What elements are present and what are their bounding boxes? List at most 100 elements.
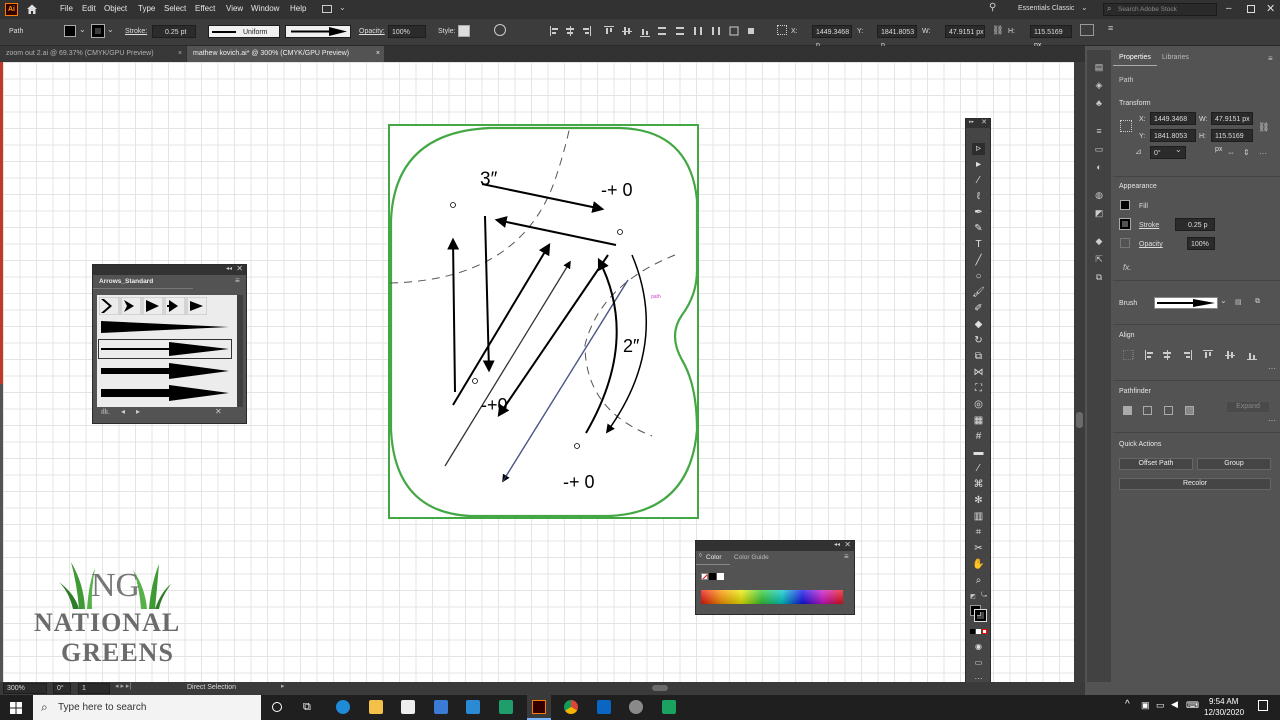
workspace-switcher[interactable]: Essentials Classic — [1018, 5, 1074, 12]
mesh-tool-icon[interactable]: # — [972, 431, 985, 443]
stroke-weight-field[interactable]: 0.25 pt — [152, 25, 196, 38]
fx-button[interactable]: fx. — [1123, 263, 1131, 272]
default-fill-stroke-icon[interactable]: ◩ — [970, 593, 976, 600]
close-icon[interactable]: ✕ — [981, 118, 987, 126]
opacity-field[interactable]: 100% — [388, 25, 426, 38]
brushes-library-icon[interactable]: ▤ — [1235, 298, 1242, 306]
tray-volume-icon[interactable]: ◀ — [1171, 699, 1178, 710]
more-options-icon[interactable]: ··· — [1259, 149, 1267, 158]
artboards-panel-icon[interactable]: ⧉ — [1093, 272, 1105, 282]
close-window-button[interactable]: ✕ — [1266, 2, 1275, 15]
collapse-icon[interactable]: ◂◂ — [834, 541, 840, 548]
x-position-field[interactable]: 1449.3468 p — [812, 25, 852, 49]
constrain-proportions-icon[interactable]: ⛓ — [992, 25, 1003, 37]
gradient-panel-icon[interactable]: ▭ — [1093, 144, 1105, 154]
intersect-icon[interactable] — [1164, 406, 1173, 415]
width-tool-icon[interactable]: ⋈ — [972, 367, 985, 379]
close-icon[interactable]: ✕ — [844, 540, 851, 549]
rotate-tool-icon[interactable]: ↻ — [972, 335, 985, 347]
opacity-label[interactable]: Opacity — [1139, 241, 1163, 248]
layers-panel-icon[interactable]: ◈ — [1093, 80, 1105, 90]
tray-display-icon[interactable]: ▭ — [1156, 700, 1165, 711]
chevron-down-icon[interactable]: ⌄ — [107, 25, 114, 34]
menu-file[interactable]: File — [60, 4, 73, 13]
line-segment-tool-icon[interactable]: ╱ — [972, 255, 985, 267]
expand-button[interactable]: Expand — [1226, 401, 1270, 413]
stroke-label[interactable]: Stroke — [1139, 222, 1159, 229]
cortana-icon[interactable] — [272, 702, 282, 712]
tab-zoom-out-2[interactable]: zoom out 2.ai @ 69.37% (CMYK/GPU Preview… — [0, 46, 186, 62]
swap-fill-stroke-icon[interactable]: ⤿ — [981, 592, 987, 600]
illustrator-taskbar-icon[interactable] — [527, 695, 551, 720]
home-icon[interactable] — [26, 3, 38, 15]
panel-menu-icon[interactable]: ≡ — [1108, 23, 1113, 33]
symbol-sprayer-tool-icon[interactable]: ✻ — [972, 495, 985, 507]
none-swatch[interactable] — [701, 573, 708, 580]
selection-tool-icon[interactable]: ▹ — [972, 143, 985, 155]
pen-tool-icon[interactable]: ✒ — [972, 207, 985, 219]
flip-horizontal-icon[interactable]: ⇔ — [1227, 148, 1235, 157]
properties-panel-icon[interactable]: ▤ — [1093, 62, 1105, 72]
minimize-window-button[interactable]: – — [1226, 3, 1232, 14]
previous-library-icon[interactable]: ◂ — [121, 407, 125, 416]
graphic-style-swatch[interactable] — [458, 25, 470, 37]
layers-stack-icon[interactable]: ◆ — [1093, 236, 1105, 246]
align-buttons[interactable] — [1122, 349, 1273, 361]
file-explorer-icon[interactable] — [369, 700, 383, 714]
magic-wand-tool-icon[interactable]: ⁄ — [972, 175, 985, 187]
type-tool-icon[interactable]: T — [972, 239, 985, 251]
align-icons[interactable] — [548, 25, 768, 37]
unlink-icon[interactable]: ✕ — [215, 407, 222, 416]
graphic-styles-panel-icon[interactable]: ◩ — [1093, 208, 1105, 218]
menu-type[interactable]: Type — [138, 4, 155, 13]
rotate-icon[interactable]: ⊿ — [1135, 147, 1142, 156]
paintbrush-tool-icon[interactable]: 🖌 — [972, 287, 985, 299]
recolor-button[interactable]: Recolor — [1119, 478, 1271, 490]
reference-point-icon[interactable] — [777, 25, 787, 35]
tray-keyboard-icon[interactable]: ⌨ — [1186, 700, 1199, 711]
libraries-panel-icon[interactable]: ♣ — [1093, 98, 1105, 108]
color-spectrum-bar[interactable] — [701, 590, 843, 604]
maximize-window-button[interactable] — [1247, 5, 1255, 13]
close-icon[interactable]: × — [178, 46, 182, 62]
export-panel-icon[interactable]: ⇱ — [1093, 254, 1105, 264]
y-position-field[interactable]: 1841.8053 p — [877, 25, 917, 49]
menu-effect[interactable]: Effect — [195, 4, 215, 13]
scrollbar-thumb[interactable] — [1076, 412, 1083, 428]
tab-libraries[interactable]: Libraries — [1162, 54, 1189, 61]
scale-tool-icon[interactable]: ⧉ — [972, 351, 985, 363]
horizontal-scroll-thumb[interactable] — [652, 685, 668, 691]
brush-options-icon[interactable]: ⧉ — [1255, 298, 1260, 306]
eraser-tool-icon[interactable]: ◆ — [972, 319, 985, 331]
menu-window[interactable]: Window — [251, 4, 279, 13]
tab-properties[interactable]: Properties — [1113, 50, 1157, 66]
white-swatch[interactable] — [717, 573, 724, 580]
collapse-icon[interactable]: ◂◂ — [226, 265, 232, 272]
fill-swatch[interactable] — [64, 25, 76, 37]
mail-icon[interactable] — [466, 700, 480, 714]
vertical-scrollbar[interactable] — [1074, 62, 1085, 682]
stroke-swatch[interactable] — [1119, 218, 1131, 230]
appearance-panel-icon[interactable]: ◍ — [1093, 190, 1105, 200]
artboard-tool-icon[interactable]: ⌗ — [972, 527, 985, 539]
clock-date[interactable]: 12/30/2020 — [1204, 708, 1244, 717]
ellipse-tool-icon[interactable]: ○ — [972, 271, 985, 283]
chevron-down-icon[interactable]: ⌄ — [339, 3, 346, 12]
stroke-weight-field[interactable]: 0.25 p — [1175, 218, 1215, 231]
chrome-icon[interactable] — [564, 700, 578, 714]
hand-tool-icon[interactable]: ✋ — [972, 559, 985, 571]
brush-selector[interactable] — [1154, 297, 1218, 309]
media-app-icon[interactable] — [597, 700, 611, 714]
clock-time[interactable]: 9:54 AM — [1209, 697, 1238, 706]
panel-menu-icon[interactable]: ≡ — [844, 552, 849, 561]
more-options-icon[interactable]: ··· — [1268, 364, 1276, 373]
menu-help[interactable]: Help — [290, 4, 306, 13]
direct-selection-tool-icon[interactable]: ▸ — [972, 159, 985, 171]
stroke-panel-icon[interactable]: ≡ — [1093, 126, 1105, 136]
chat-app-icon[interactable] — [662, 700, 676, 714]
calculator-icon[interactable] — [434, 700, 448, 714]
collapse-icon[interactable]: ▸▸ — [969, 119, 974, 125]
settings-app-icon[interactable] — [629, 700, 643, 714]
windows-start-icon[interactable] — [10, 702, 22, 714]
tab-mathew-kovich[interactable]: mathew kovich.ai* @ 300% (CMYK/GPU Previ… — [187, 46, 384, 62]
